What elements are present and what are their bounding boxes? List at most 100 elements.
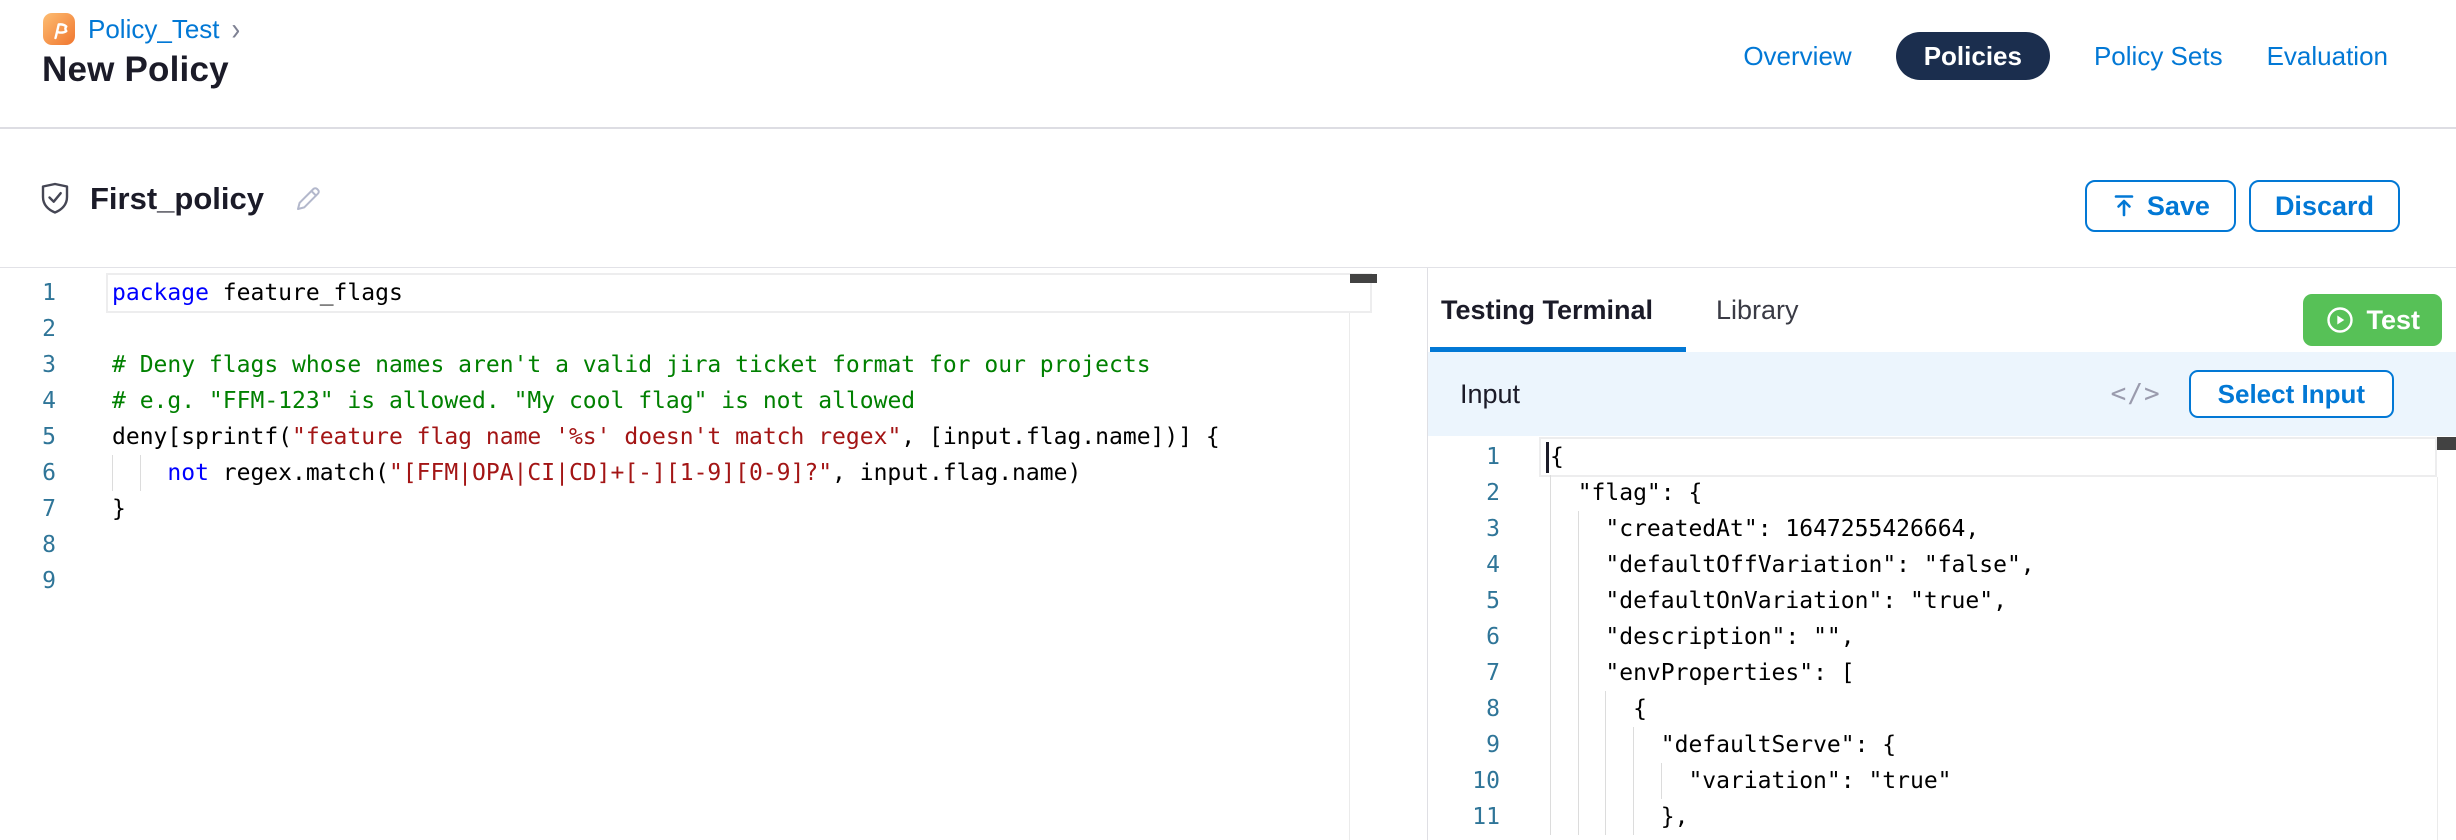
code-segment: deny[sprintf( — [112, 424, 292, 450]
code-line[interactable]: package feature_flags — [112, 275, 1220, 311]
code-segment: }, — [1661, 804, 1689, 830]
code-line[interactable]: } — [112, 491, 1220, 527]
indent-guide — [1661, 763, 1689, 799]
nav-tab-policies[interactable]: Policies — [1896, 32, 2050, 80]
code-segment: "variation": "true" — [1688, 768, 1951, 794]
indent-guide — [1550, 619, 1578, 655]
line-number: 8 — [1428, 691, 1500, 727]
indent-guide — [1550, 727, 1578, 763]
code-line[interactable]: "defaultOnVariation": "true", — [1550, 583, 2035, 619]
indent-guide — [1578, 619, 1606, 655]
feature-flags-module-icon — [42, 12, 76, 46]
code-segment: { — [1633, 696, 1647, 722]
indent-guide — [1578, 799, 1606, 835]
line-number: 6 — [1428, 619, 1500, 655]
input-label: Input — [1460, 379, 1520, 410]
indent-guide — [1550, 799, 1578, 835]
discard-button[interactable]: Discard — [2249, 180, 2400, 232]
code-line[interactable]: not regex.match("[FFM|OPA|CI|CD]+[-][1-9… — [112, 455, 1220, 491]
indent-guide — [1578, 511, 1606, 547]
code-line[interactable]: # Deny flags whose names aren't a valid … — [112, 347, 1220, 383]
line-number-gutter: 1234567891011 — [1428, 439, 1500, 835]
code-line[interactable]: }, — [1550, 799, 2035, 835]
test-input-json-editor[interactable]: 1234567891011 { "flag": { "createdAt": 1… — [1428, 436, 2456, 840]
line-number: 7 — [1428, 655, 1500, 691]
code-segment: regex.match( — [209, 460, 389, 486]
indent-guide — [1578, 727, 1606, 763]
line-number: 1 — [0, 275, 56, 311]
line-number: 6 — [0, 455, 56, 491]
indent-guide — [1633, 799, 1661, 835]
policy-title-row: First_policy — [36, 180, 324, 218]
edit-pencil-icon[interactable] — [292, 183, 324, 215]
code-view-icon[interactable]: </> — [2111, 379, 2161, 409]
code-segment: "envProperties": [ — [1605, 660, 1854, 686]
breadcrumb-project-link[interactable]: Policy_Test — [88, 14, 220, 45]
indent-guide — [1605, 691, 1633, 727]
policy-code-editor[interactable]: 123456789 package feature_flags # Deny fl… — [0, 268, 1427, 840]
line-number: 4 — [0, 383, 56, 419]
top-nav: Overview Policies Policy Sets Evaluation — [1743, 32, 2388, 80]
code-line[interactable]: # e.g. "FFM-123" is allowed. "My cool fl… — [112, 383, 1220, 419]
line-number: 11 — [1428, 799, 1500, 835]
chevron-right-icon: › — [232, 10, 241, 47]
policy-name: First_policy — [90, 181, 264, 217]
code-line[interactable]: "description": "", — [1550, 619, 2035, 655]
indent-guide — [1550, 691, 1578, 727]
indent-guide — [1550, 583, 1578, 619]
indent-guide — [1550, 763, 1578, 799]
line-number: 1 — [1428, 439, 1500, 475]
code-segment: "defaultOffVariation": "false", — [1605, 552, 2034, 578]
code-line[interactable]: "variation": "true" — [1550, 763, 2035, 799]
play-circle-icon — [2325, 305, 2355, 335]
overview-ruler-cursor-mark — [2437, 437, 2456, 450]
line-number: 2 — [0, 311, 56, 347]
indent-guide — [1578, 547, 1606, 583]
indent-guide — [1633, 727, 1661, 763]
code-segment: "feature flag name '%s' doesn't match re… — [292, 424, 901, 450]
save-button[interactable]: Save — [2085, 180, 2236, 232]
nav-tab-overview[interactable]: Overview — [1743, 41, 1851, 72]
indent-guide — [140, 455, 168, 491]
text-cursor — [1546, 442, 1549, 473]
code-line[interactable]: "defaultServe": { — [1550, 727, 2035, 763]
code-line[interactable]: "envProperties": [ — [1550, 655, 2035, 691]
code-segment: , [input.flag.name])] { — [901, 424, 1220, 450]
line-number: 8 — [0, 527, 56, 563]
indent-guide — [1550, 475, 1578, 511]
code-segment: "flag": { — [1578, 480, 1703, 506]
code-segment: "createdAt": 1647255426664, — [1605, 516, 1979, 542]
code-segment: } — [112, 496, 126, 522]
line-number: 2 — [1428, 475, 1500, 511]
upload-icon — [2111, 193, 2137, 219]
code-line[interactable] — [112, 563, 1220, 599]
indent-guide — [1550, 511, 1578, 547]
code-content[interactable]: { "flag": { "createdAt": 1647255426664, … — [1550, 439, 2035, 835]
code-line[interactable] — [112, 527, 1220, 563]
nav-tab-policy-sets[interactable]: Policy Sets — [2094, 41, 2223, 72]
line-number: 5 — [1428, 583, 1500, 619]
code-segment: "description": "", — [1605, 624, 1854, 650]
code-line[interactable]: { — [1550, 691, 2035, 727]
code-line[interactable]: "defaultOffVariation": "false", — [1550, 547, 2035, 583]
code-line[interactable]: "createdAt": 1647255426664, — [1550, 511, 2035, 547]
policy-studio-page: { "breadcrumb": { "project": "Policy_Tes… — [0, 0, 2456, 840]
line-number: 3 — [1428, 511, 1500, 547]
terminal-tab-row: Testing Terminal Library Test — [1428, 268, 2456, 352]
select-input-button[interactable]: Select Input — [2189, 370, 2394, 418]
editor-content-edge — [2437, 477, 2438, 840]
input-toolbar: Input </> Select Input — [1428, 352, 2456, 436]
editor-actions: Save Discard — [2085, 180, 2400, 232]
code-line[interactable]: "flag": { — [1550, 475, 2035, 511]
tab-testing-terminal[interactable]: Testing Terminal — [1441, 268, 1653, 352]
test-button[interactable]: Test — [2303, 294, 2442, 346]
code-line[interactable] — [112, 311, 1220, 347]
tab-library[interactable]: Library — [1716, 268, 1799, 352]
code-segment: { — [1550, 444, 1564, 470]
code-line[interactable]: deny[sprintf("feature flag name '%s' doe… — [112, 419, 1220, 455]
line-number-gutter: 123456789 — [0, 275, 56, 599]
nav-tab-evaluation[interactable]: Evaluation — [2267, 41, 2388, 72]
code-content[interactable]: package feature_flags # Deny flags whose … — [112, 275, 1220, 599]
indent-guide — [1550, 547, 1578, 583]
code-line[interactable]: { — [1550, 439, 2035, 475]
